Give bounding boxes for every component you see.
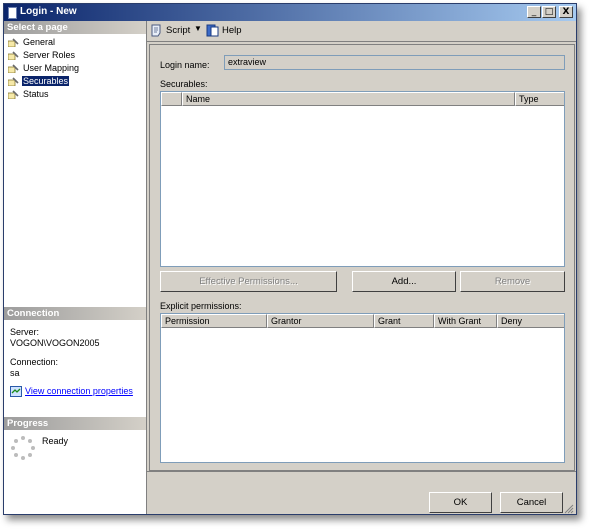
chevron-down-icon: ▼ [194,24,202,33]
sidebar-item-status[interactable]: Status [4,88,146,101]
grid-icon-column-header [161,92,182,106]
toolbar: Script ▼ Help [147,21,576,42]
ok-button[interactable]: OK [429,492,492,513]
sidebar-item-label: User Mapping [23,63,80,73]
script-icon [151,24,161,37]
script-button[interactable]: Script ▼ [150,24,202,38]
column-header-grantor[interactable]: Grantor [267,314,374,328]
page-wrench-icon [8,38,19,47]
page-wrench-icon [8,64,19,73]
left-panel: Select a page General Server Roles User … [4,21,147,514]
server-label: Server: [10,327,40,337]
view-connection-properties-text: View connection properties [25,386,133,396]
page-wrench-icon [8,51,19,60]
maximize-button[interactable]: □ [542,6,556,18]
page-wrench-icon [8,90,19,99]
login-name-field[interactable]: extraview [224,55,565,70]
resize-grip-icon[interactable] [564,504,574,514]
column-header-deny[interactable]: Deny [497,314,564,328]
connection-value: sa [10,368,20,378]
help-label: Help [222,25,242,36]
select-page-header: Select a page [4,21,146,34]
explicit-permissions-label: Explicit permissions: [160,301,242,311]
effective-permissions-button[interactable]: Effective Permissions... [160,271,337,292]
sidebar-item-user-mapping[interactable]: User Mapping [4,62,146,75]
add-button[interactable]: Add... [352,271,456,292]
progress-status: Ready [42,436,69,446]
column-header-with-grant[interactable]: With Grant [434,314,497,328]
login-new-window: Login - New _ □ X Select a page General … [3,3,577,515]
permissions-grid[interactable]: Permission Grantor Grant With Grant Deny [160,313,565,463]
securables-label: Securables: [160,79,208,89]
sidebar-item-label: Server Roles [23,50,76,60]
connection-label: Connection: [10,357,59,367]
document-icon [8,7,17,19]
server-value: VOGON\VOGON2005 [10,338,100,348]
cancel-button[interactable]: Cancel [500,492,563,513]
minimize-button[interactable]: _ [527,6,541,18]
login-name-label: Login name: [160,60,210,70]
sidebar-item-label: General [23,37,56,47]
sidebar-item-securables[interactable]: Securables [4,75,146,88]
dialog-footer: OK Cancel [147,471,576,515]
column-header-grant[interactable]: Grant [374,314,434,328]
progress-spinner-icon [11,436,35,460]
securables-grid[interactable]: Name Type [160,91,565,267]
sidebar-item-general[interactable]: General [4,36,146,49]
connection-properties-icon [10,386,22,397]
remove-button[interactable]: Remove [460,271,565,292]
script-label: Script [166,25,191,36]
column-header-name[interactable]: Name [182,92,515,106]
sidebar-item-server-roles[interactable]: Server Roles [4,49,146,62]
sidebar-item-label: Securables [22,76,70,86]
progress-header: Progress [4,417,146,430]
sidebar-item-label: Status [23,89,49,99]
help-icon [206,24,219,37]
column-header-permission[interactable]: Permission [161,314,267,328]
main-panel: Script ▼ Help Login name: extraview Secu… [147,21,576,514]
column-header-type[interactable]: Type [515,92,564,106]
title-bar[interactable]: Login - New _ □ X [4,4,576,21]
securables-page: Login name: extraview Securables: Name T… [149,44,575,471]
connection-header: Connection [4,307,146,320]
window-title: Login - New [20,6,77,17]
help-button[interactable]: Help [206,24,246,38]
page-wrench-icon [8,77,19,86]
close-button[interactable]: X [559,6,573,18]
